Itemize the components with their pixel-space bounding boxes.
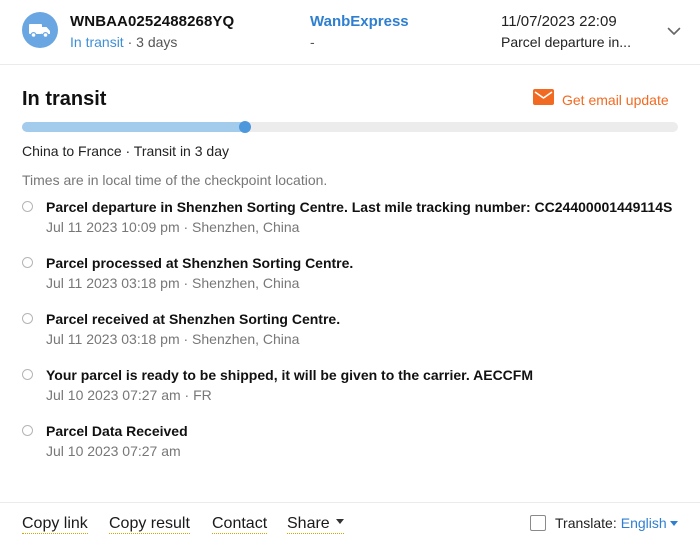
carrier-subtext: - <box>310 34 315 50</box>
language-value: English <box>620 515 667 531</box>
last-update-time: 11/07/2023 22:09 <box>501 13 617 30</box>
progress-bar <box>22 121 678 133</box>
timeline-event: Parcel Data Received Jul 10 2023 07:27 a… <box>22 421 682 461</box>
page-title: In transit <box>22 88 107 110</box>
progress-fill <box>22 122 245 132</box>
status-label: In transit <box>70 34 124 50</box>
timeline-dot-icon <box>22 425 33 436</box>
shipment-header[interactable]: WNBAA0252488268YQ In transit · 3 days Wa… <box>0 0 700 65</box>
caret-down-icon <box>669 520 678 526</box>
timeline-event: Parcel departure in Shenzhen Sorting Cen… <box>22 197 682 237</box>
event-title: Your parcel is ready to be shipped, it w… <box>46 367 533 383</box>
event-title: Parcel Data Received <box>46 423 188 439</box>
progress-marker <box>239 121 251 133</box>
status-summary: In transit · 3 days <box>70 34 177 50</box>
transit-duration: 3 days <box>136 34 178 50</box>
translate-checkbox[interactable] <box>530 515 546 531</box>
event-title: Parcel received at Shenzhen Sorting Cent… <box>46 311 341 327</box>
route-summary: China to France · Transit in 3 day <box>22 143 229 159</box>
truck-icon <box>22 12 58 48</box>
event-meta: Jul 10 2023 07:27 am · FR <box>46 387 212 403</box>
event-meta: Jul 11 2023 03:18 pm · Shenzhen, China <box>46 275 300 291</box>
tracking-number: WNBAA0252488268YQ <box>70 13 235 30</box>
translate-label: Translate: <box>555 515 617 531</box>
copy-result-button[interactable]: Copy result <box>109 515 190 534</box>
share-button[interactable]: Share <box>287 515 344 534</box>
contact-button[interactable]: Contact <box>212 515 268 534</box>
timeline-event: Parcel received at Shenzhen Sorting Cent… <box>22 309 682 349</box>
event-title: Parcel departure in Shenzhen Sorting Cen… <box>46 199 673 215</box>
status-separator: · <box>123 34 137 50</box>
event-meta: Jul 11 2023 03:18 pm · Shenzhen, China <box>46 331 300 347</box>
timeline-dot-icon <box>22 257 33 268</box>
timeline-dot-icon <box>22 369 33 380</box>
event-meta: Jul 11 2023 10:09 pm · Shenzhen, China <box>46 219 300 235</box>
language-select[interactable]: English <box>621 515 678 531</box>
copy-link-button[interactable]: Copy link <box>22 515 88 534</box>
event-timeline: Parcel departure in Shenzhen Sorting Cen… <box>22 197 682 477</box>
get-email-update-label: Get email update <box>562 91 669 108</box>
carrier-name[interactable]: WanbExpress <box>310 13 409 30</box>
envelope-icon <box>533 89 554 110</box>
timezone-note: Times are in local time of the checkpoin… <box>22 172 328 188</box>
caret-down-icon <box>335 519 344 525</box>
translate-control: Translate: English <box>530 515 678 531</box>
timeline-dot-icon <box>22 313 33 324</box>
timeline-event: Parcel processed at Shenzhen Sorting Cen… <box>22 253 682 293</box>
action-footer: Copy link Copy result Contact Share Tran… <box>0 502 700 545</box>
get-email-update-button[interactable]: Get email update <box>533 89 669 110</box>
last-event-summary: Parcel departure in... <box>501 34 631 50</box>
share-label: Share <box>287 515 330 532</box>
timeline-dot-icon <box>22 201 33 212</box>
chevron-down-icon[interactable] <box>664 22 684 40</box>
timeline-event: Your parcel is ready to be shipped, it w… <box>22 365 682 405</box>
event-meta: Jul 10 2023 07:27 am <box>46 443 181 459</box>
event-title: Parcel processed at Shenzhen Sorting Cen… <box>46 255 354 271</box>
tracking-details: In transit Get email update China to Fra… <box>0 66 700 502</box>
